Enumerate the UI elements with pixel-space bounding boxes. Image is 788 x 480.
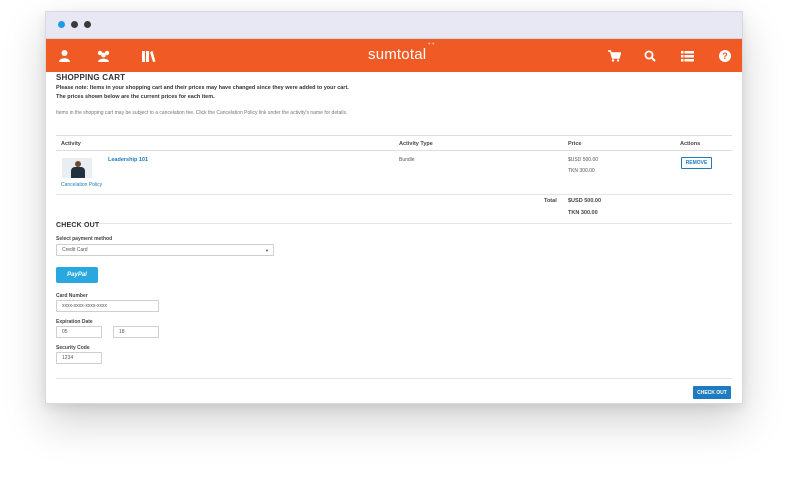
expiration-year-input[interactable]: 18 bbox=[113, 326, 159, 338]
window-dot-dark[interactable] bbox=[84, 21, 91, 28]
library-icon[interactable] bbox=[140, 48, 156, 64]
browser-window: sumtotal⁺⁺ ? SHOPPING CART Please note: … bbox=[45, 11, 743, 404]
paypal-label: PayPal bbox=[67, 272, 87, 278]
current-price-note: The prices shown below are the current p… bbox=[56, 94, 215, 100]
card-number-label: Card Number bbox=[56, 293, 88, 299]
cancelation-policy-link[interactable]: Cancelation Policy bbox=[61, 182, 102, 188]
user-icon[interactable] bbox=[56, 48, 72, 64]
paypal-button[interactable]: PayPal bbox=[56, 267, 98, 283]
card-number-input[interactable]: xxxx-xxxx-xxxx-xxxx bbox=[56, 300, 159, 312]
page-title: SHOPPING CART bbox=[56, 73, 126, 82]
help-glyph: ? bbox=[719, 50, 731, 62]
search-icon[interactable] bbox=[642, 48, 658, 64]
expiration-month-value: 05 bbox=[62, 329, 68, 335]
col-price: Price bbox=[568, 141, 582, 147]
price-tkn: TKN 300.00 bbox=[568, 168, 595, 174]
payment-method-label: Select payment method bbox=[56, 236, 113, 242]
brand-mark: ⁺⁺ bbox=[427, 42, 436, 49]
payment-method-value: Credit Card bbox=[62, 247, 88, 253]
table-header: Activity Activity Type Price Actions bbox=[56, 135, 732, 151]
cart-table: Activity Activity Type Price Actions Lea… bbox=[56, 135, 732, 224]
expiration-year-value: 18 bbox=[119, 329, 125, 335]
col-actions: Actions bbox=[680, 141, 701, 147]
chevron-down-icon: ▼ bbox=[265, 248, 269, 253]
top-navbar: sumtotal⁺⁺ ? bbox=[46, 39, 742, 72]
cancelation-fee-note: Items in the shopping cart may be subjec… bbox=[56, 110, 348, 116]
price-usd: $USD 500.00 bbox=[568, 157, 599, 163]
remove-button[interactable]: REMOVE bbox=[681, 157, 712, 169]
activity-name-link[interactable]: Leadership 101 bbox=[108, 157, 148, 163]
window-dot-dark[interactable] bbox=[71, 21, 78, 28]
total-tkn: TKN 300.00 bbox=[568, 210, 598, 216]
total-label: Total bbox=[544, 198, 557, 204]
totals-row: Total $USD 500.00 TKN 300.00 bbox=[56, 195, 732, 224]
list-icon[interactable] bbox=[679, 48, 695, 64]
col-activity: Activity bbox=[61, 141, 81, 147]
expiration-month-input[interactable]: 05 bbox=[56, 326, 102, 338]
expiration-date-label: Expiration Date bbox=[56, 319, 93, 325]
brand-name: sumtotal bbox=[368, 46, 427, 63]
card-number-value: xxxx-xxxx-xxxx-xxxx bbox=[62, 303, 107, 309]
people-icon[interactable] bbox=[95, 48, 111, 64]
checkout-section: CHECK OUT Select payment method Credit C… bbox=[56, 222, 732, 364]
total-usd: $USD 500.00 bbox=[568, 198, 602, 204]
security-code-value: 1234 bbox=[62, 355, 74, 361]
checkout-button[interactable]: CHECK OUT bbox=[693, 386, 731, 399]
main-content: SHOPPING CART Please note: Items in your… bbox=[56, 73, 732, 399]
activity-thumbnail[interactable] bbox=[62, 158, 92, 178]
security-code-label: Security Code bbox=[56, 345, 90, 351]
help-icon[interactable]: ? bbox=[717, 48, 733, 64]
window-dot-blue[interactable] bbox=[58, 21, 65, 28]
table-row: Leadership 101 Cancelation Policy Bundle… bbox=[56, 151, 732, 195]
cart-note: Please note: Items in your shopping cart… bbox=[56, 84, 732, 102]
cart-icon[interactable] bbox=[606, 48, 622, 64]
checkout-title: CHECK OUT bbox=[56, 222, 100, 229]
payment-method-select[interactable]: Credit Card ▼ bbox=[56, 244, 274, 256]
footer-divider bbox=[56, 378, 732, 379]
price-change-note: Please note: Items in your shopping cart… bbox=[56, 85, 349, 91]
security-code-input[interactable]: 1234 bbox=[56, 352, 102, 364]
col-activity-type: Activity Type bbox=[399, 141, 433, 147]
brand-logo[interactable]: sumtotal⁺⁺ bbox=[368, 42, 435, 63]
activity-type-value: Bundle bbox=[399, 157, 415, 163]
window-titlebar bbox=[46, 12, 742, 39]
